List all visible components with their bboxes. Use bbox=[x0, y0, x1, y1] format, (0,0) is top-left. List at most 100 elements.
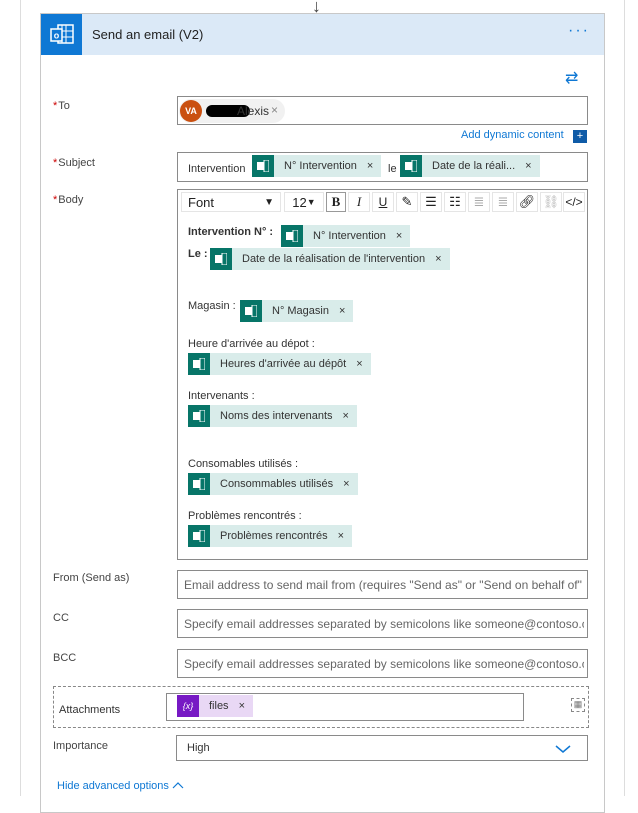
subject-label: *Subject bbox=[53, 157, 95, 169]
token-label: N° Intervention bbox=[313, 230, 386, 242]
unlink-icon[interactable]: ⛓︎ bbox=[540, 192, 562, 212]
avatar: VA bbox=[180, 100, 202, 122]
font-size-select[interactable]: 12 ▼ bbox=[284, 192, 324, 212]
code-view-icon[interactable]: </> bbox=[563, 192, 585, 212]
remove-token-icon[interactable]: × bbox=[356, 358, 362, 370]
from-label: From (Send as) bbox=[53, 572, 130, 584]
body-line-label: Le : bbox=[188, 248, 208, 260]
attachments-field[interactable]: {x} files × bbox=[166, 693, 524, 721]
more-options-icon[interactable]: ··· bbox=[568, 22, 590, 40]
forms-icon bbox=[188, 405, 210, 427]
cc-label: CC bbox=[53, 612, 69, 624]
hide-advanced-options-link[interactable]: Hide advanced options bbox=[57, 780, 184, 792]
body-token[interactable]: N° Magasin × bbox=[240, 300, 354, 322]
token-label: Date de la réalisation de l'intervention bbox=[242, 253, 426, 265]
swap-icon[interactable]: ⇄ bbox=[565, 68, 578, 88]
body-token[interactable]: Date de la réalisation de l'intervention… bbox=[210, 248, 450, 270]
remove-recipient-icon[interactable]: × bbox=[271, 103, 278, 117]
font-select[interactable]: Font ▼ bbox=[181, 192, 281, 212]
body-line-label: Consomables utilisés : bbox=[188, 458, 299, 470]
forms-icon bbox=[188, 353, 210, 375]
to-label: *To bbox=[53, 100, 70, 112]
forms-icon bbox=[188, 525, 210, 547]
from-placeholder: Email address to send mail from (require… bbox=[184, 577, 584, 592]
body-editor[interactable]: Font ▼ 12 ▼ B I U ✎ ☰ ☷ ≣ ≣ 🔗︎ ⛓︎ </> Inte… bbox=[177, 189, 588, 560]
to-field[interactable]: VA Alexis × bbox=[177, 96, 588, 125]
bcc-label: BCC bbox=[53, 652, 77, 664]
token-label: Noms des intervenants bbox=[220, 410, 333, 422]
from-field[interactable]: Email address to send mail from (require… bbox=[177, 570, 588, 599]
body-line-label: Heure d'arrivée au dépot : bbox=[188, 338, 315, 350]
token-label: Heures d'arrivée au dépôt bbox=[220, 358, 347, 370]
remove-token-icon[interactable]: × bbox=[343, 478, 349, 490]
numbered-list-icon[interactable]: ☷ bbox=[444, 192, 466, 212]
subject-field[interactable]: Intervention N° Intervention × le Date de… bbox=[177, 152, 588, 182]
forms-icon bbox=[188, 473, 210, 495]
canvas-edge-left bbox=[20, 0, 21, 796]
add-dynamic-content-link[interactable]: Add dynamic content bbox=[461, 129, 564, 141]
body-line-label: Intervenants : bbox=[188, 390, 255, 402]
chevron-up-icon bbox=[172, 782, 184, 789]
canvas-edge-right bbox=[624, 0, 625, 796]
remove-token-icon[interactable]: × bbox=[339, 305, 345, 317]
importance-label: Importance bbox=[53, 740, 109, 752]
subject-token-intervention[interactable]: N° Intervention × bbox=[252, 155, 382, 177]
remove-token-icon[interactable]: × bbox=[239, 700, 245, 712]
add-dynamic-plus-icon[interactable]: + bbox=[573, 130, 587, 143]
forms-icon bbox=[281, 225, 303, 247]
forms-icon bbox=[210, 248, 232, 270]
body-token[interactable]: Problèmes rencontrés × bbox=[188, 525, 353, 547]
card-title: Send an email (V2) bbox=[92, 27, 204, 42]
bold-button[interactable]: B bbox=[326, 192, 346, 212]
importance-value: High bbox=[187, 742, 210, 754]
cc-placeholder: Specify email addresses separated by sem… bbox=[184, 616, 584, 631]
card-header[interactable]: o Send an email (V2) ··· bbox=[41, 14, 604, 55]
token-label: Problèmes rencontrés bbox=[220, 530, 328, 542]
remove-token-icon[interactable]: × bbox=[367, 160, 373, 172]
files-token[interactable]: {x} files × bbox=[177, 695, 253, 717]
body-token[interactable]: Noms des intervenants × bbox=[188, 405, 357, 427]
attachments-section: Attachments {x} files × ▦ bbox=[53, 686, 589, 728]
chevron-down-icon bbox=[555, 745, 571, 753]
forms-icon bbox=[252, 155, 274, 177]
body-label: *Body bbox=[53, 194, 84, 206]
remove-token-icon[interactable]: × bbox=[343, 410, 349, 422]
forms-icon bbox=[240, 300, 262, 322]
body-line-label: Magasin : bbox=[188, 300, 236, 312]
svg-text:o: o bbox=[53, 30, 59, 40]
body-token[interactable]: N° Intervention × bbox=[281, 225, 411, 247]
subject-token-date[interactable]: Date de la réali... × bbox=[400, 155, 540, 177]
outlook-icon: o bbox=[41, 14, 82, 55]
remove-token-icon[interactable]: × bbox=[396, 230, 402, 242]
array-mode-icon[interactable]: ▦ bbox=[571, 698, 585, 712]
variable-icon: {x} bbox=[177, 695, 199, 717]
token-label: N° Magasin bbox=[272, 305, 329, 317]
cc-field[interactable]: Specify email addresses separated by sem… bbox=[177, 609, 588, 638]
body-token[interactable]: Consommables utilisés × bbox=[188, 473, 358, 495]
pen-icon[interactable]: ✎ bbox=[396, 192, 418, 212]
remove-token-icon[interactable]: × bbox=[525, 160, 531, 172]
forms-icon bbox=[400, 155, 422, 177]
recipient-chip[interactable]: VA Alexis × bbox=[179, 99, 285, 123]
remove-token-icon[interactable]: × bbox=[338, 530, 344, 542]
subject-text: Intervention bbox=[188, 163, 246, 175]
italic-button[interactable]: I bbox=[348, 192, 370, 212]
outdent-icon[interactable]: ≣ bbox=[492, 192, 514, 212]
body-line-label: Problèmes rencontrés : bbox=[188, 510, 302, 522]
importance-select[interactable]: High bbox=[176, 735, 588, 761]
token-label: Consommables utilisés bbox=[220, 478, 334, 490]
remove-token-icon[interactable]: × bbox=[435, 253, 441, 265]
bullet-list-icon[interactable]: ☰ bbox=[420, 192, 442, 212]
underline-button[interactable]: U bbox=[372, 192, 394, 212]
indent-icon[interactable]: ≣ bbox=[468, 192, 490, 212]
recipient-name: Alexis bbox=[237, 104, 270, 118]
body-line-label: Intervention N° : bbox=[188, 226, 274, 238]
bcc-field[interactable]: Specify email addresses separated by sem… bbox=[177, 649, 588, 678]
send-email-card: o Send an email (V2) ··· ⇄ *To VA Alexis… bbox=[40, 13, 605, 813]
editor-toolbar: Font ▼ 12 ▼ B I U ✎ ☰ ☷ ≣ ≣ 🔗︎ ⛓︎ </> bbox=[178, 190, 587, 215]
attachments-label: Attachments bbox=[59, 704, 121, 716]
link-icon[interactable]: 🔗︎ bbox=[516, 192, 538, 212]
bcc-placeholder: Specify email addresses separated by sem… bbox=[184, 656, 584, 671]
body-token[interactable]: Heures d'arrivée au dépôt × bbox=[188, 353, 371, 375]
subject-text-le: le bbox=[388, 163, 397, 175]
